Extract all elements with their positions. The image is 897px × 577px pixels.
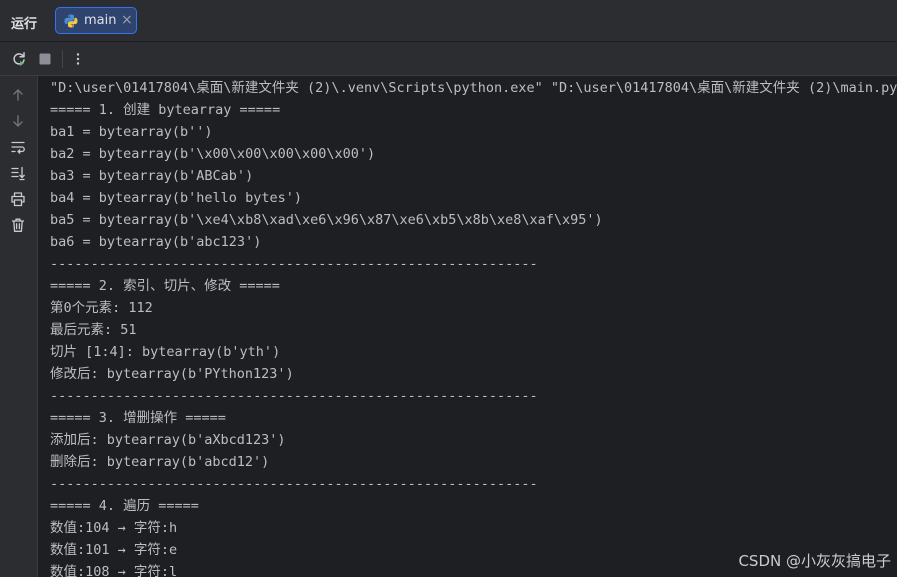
- console-line: 删除后: bytearray(b'abcd12'): [50, 454, 270, 470]
- console-line: 第0个元素: 112: [50, 300, 153, 316]
- tab-main-label: main: [84, 13, 117, 28]
- console-line: 最后元素: 51: [50, 322, 137, 338]
- soft-wrap-icon[interactable]: [10, 139, 26, 155]
- run-toolbar: [0, 42, 897, 76]
- console-line: ba1 = bytearray(b''): [50, 124, 213, 140]
- more-options-icon[interactable]: [70, 51, 86, 67]
- console-line: 修改后: bytearray(b'PYthon123'): [50, 366, 294, 382]
- console-separator-line: ----------------------------------------…: [50, 256, 538, 272]
- stop-icon[interactable]: [37, 51, 53, 67]
- console-line: ba2 = bytearray(b'\x00\x00\x00\x00\x00'): [50, 146, 376, 162]
- console-line: ===== 2. 索引、切片、修改 =====: [50, 278, 280, 294]
- console-line: 添加后: bytearray(b'aXbcd123'): [50, 432, 286, 448]
- arrow-down-icon[interactable]: [10, 113, 26, 129]
- python-icon: [64, 14, 78, 28]
- watermark: CSDN @小灰灰搞电子: [738, 552, 891, 570]
- console-separator-line: ----------------------------------------…: [50, 388, 538, 404]
- scroll-to-end-icon[interactable]: [10, 165, 26, 181]
- console-line: ===== 1. 创建 bytearray =====: [50, 102, 281, 118]
- run-tool-window-header: 运行 main ×: [0, 0, 897, 42]
- console-line: 数值:101 → 字符:e: [50, 542, 178, 558]
- console-side-toolbar: [0, 76, 38, 577]
- trash-icon[interactable]: [10, 217, 26, 233]
- console-output[interactable]: "D:\user\01417804\桌面\新建文件夹 (2)\.venv\Scr…: [38, 76, 897, 577]
- arrow-up-icon[interactable]: [10, 87, 26, 103]
- console-line: "D:\user\01417804\桌面\新建文件夹 (2)\.venv\Scr…: [50, 80, 897, 96]
- rerun-icon[interactable]: [11, 51, 27, 67]
- console-line: ba3 = bytearray(b'ABCab'): [50, 168, 254, 184]
- close-icon[interactable]: ×: [121, 12, 133, 28]
- console-line: 数值:108 → 字符:l: [50, 564, 178, 577]
- console-line: 切片 [1:4]: bytearray(b'yth'): [50, 344, 281, 360]
- console-separator-line: ----------------------------------------…: [50, 476, 538, 492]
- console-line: ba6 = bytearray(b'abc123'): [50, 234, 262, 250]
- run-tool-window-title: 运行: [11, 17, 38, 32]
- console-line: ===== 4. 遍历 =====: [50, 498, 199, 514]
- console-line: 数值:104 → 字符:h: [50, 520, 178, 536]
- console-line: ba5 = bytearray(b'\xe4\xb8\xad\xe6\x96\x…: [50, 212, 603, 228]
- print-icon[interactable]: [10, 191, 26, 207]
- toolbar-divider: [62, 50, 63, 68]
- tab-main[interactable]: main ×: [55, 7, 137, 34]
- console-line: ba4 = bytearray(b'hello bytes'): [50, 190, 302, 206]
- console-line: ===== 3. 增删操作 =====: [50, 410, 226, 426]
